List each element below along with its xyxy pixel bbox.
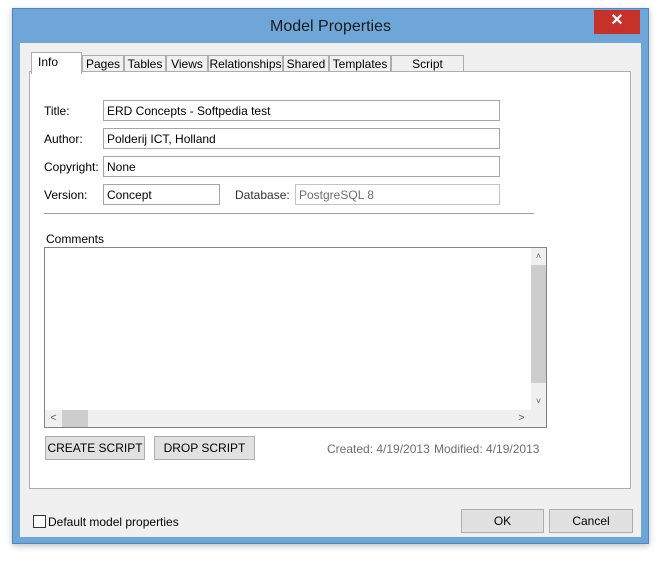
scroll-corner	[531, 410, 546, 427]
comments-label: Comments	[46, 232, 105, 246]
created-date: Created: 4/19/2013	[327, 442, 430, 456]
scroll-right-icon[interactable]: >	[514, 411, 529, 426]
copyright-label: Copyright:	[44, 160, 99, 174]
scroll-left-icon[interactable]: <	[46, 411, 61, 426]
copyright-field[interactable]	[103, 156, 500, 177]
tab-info[interactable]: Info	[31, 52, 82, 74]
database-field	[295, 184, 500, 205]
ok-button[interactable]: OK	[461, 509, 544, 533]
horizontal-scrollbar[interactable]: < >	[45, 410, 531, 427]
comments-textarea[interactable]: ˄ ˅ < >	[44, 247, 547, 428]
drop-script-button[interactable]: DROP SCRIPT	[154, 436, 255, 460]
author-field[interactable]	[103, 128, 500, 149]
info-tab-panel: Title: Author: Copyright: Version: Datab…	[29, 71, 631, 489]
vertical-scroll-thumb[interactable]	[531, 265, 546, 383]
model-properties-dialog: Model Properties ✕ Info Pages Tables Vie…	[12, 8, 649, 544]
modified-date: Modified: 4/19/2013	[434, 442, 540, 456]
default-properties-checkbox[interactable]	[33, 515, 46, 528]
close-icon: ✕	[610, 12, 624, 29]
create-script-button[interactable]: CREATE SCRIPT	[45, 436, 145, 460]
cancel-button[interactable]: Cancel	[549, 509, 633, 533]
vertical-scrollbar[interactable]: ˄ ˅	[531, 248, 546, 410]
default-properties-label[interactable]: Default model properties	[48, 515, 179, 529]
version-field[interactable]	[103, 184, 220, 205]
scroll-down-icon[interactable]: ˅	[531, 394, 546, 409]
separator-line	[44, 213, 534, 214]
horizontal-scroll-thumb[interactable]	[62, 410, 88, 427]
version-label: Version:	[44, 188, 88, 202]
database-label: Database:	[235, 188, 290, 202]
dialog-body: Info Pages Tables Views Relationships Sh…	[20, 43, 641, 537]
title-field[interactable]	[103, 100, 500, 121]
title-label: Title:	[44, 104, 70, 118]
author-label: Author:	[44, 132, 83, 146]
title-bar: Model Properties ✕	[13, 9, 648, 43]
scroll-up-icon[interactable]: ˄	[531, 249, 546, 264]
dialog-title: Model Properties	[270, 18, 391, 35]
close-button[interactable]: ✕	[594, 10, 640, 34]
